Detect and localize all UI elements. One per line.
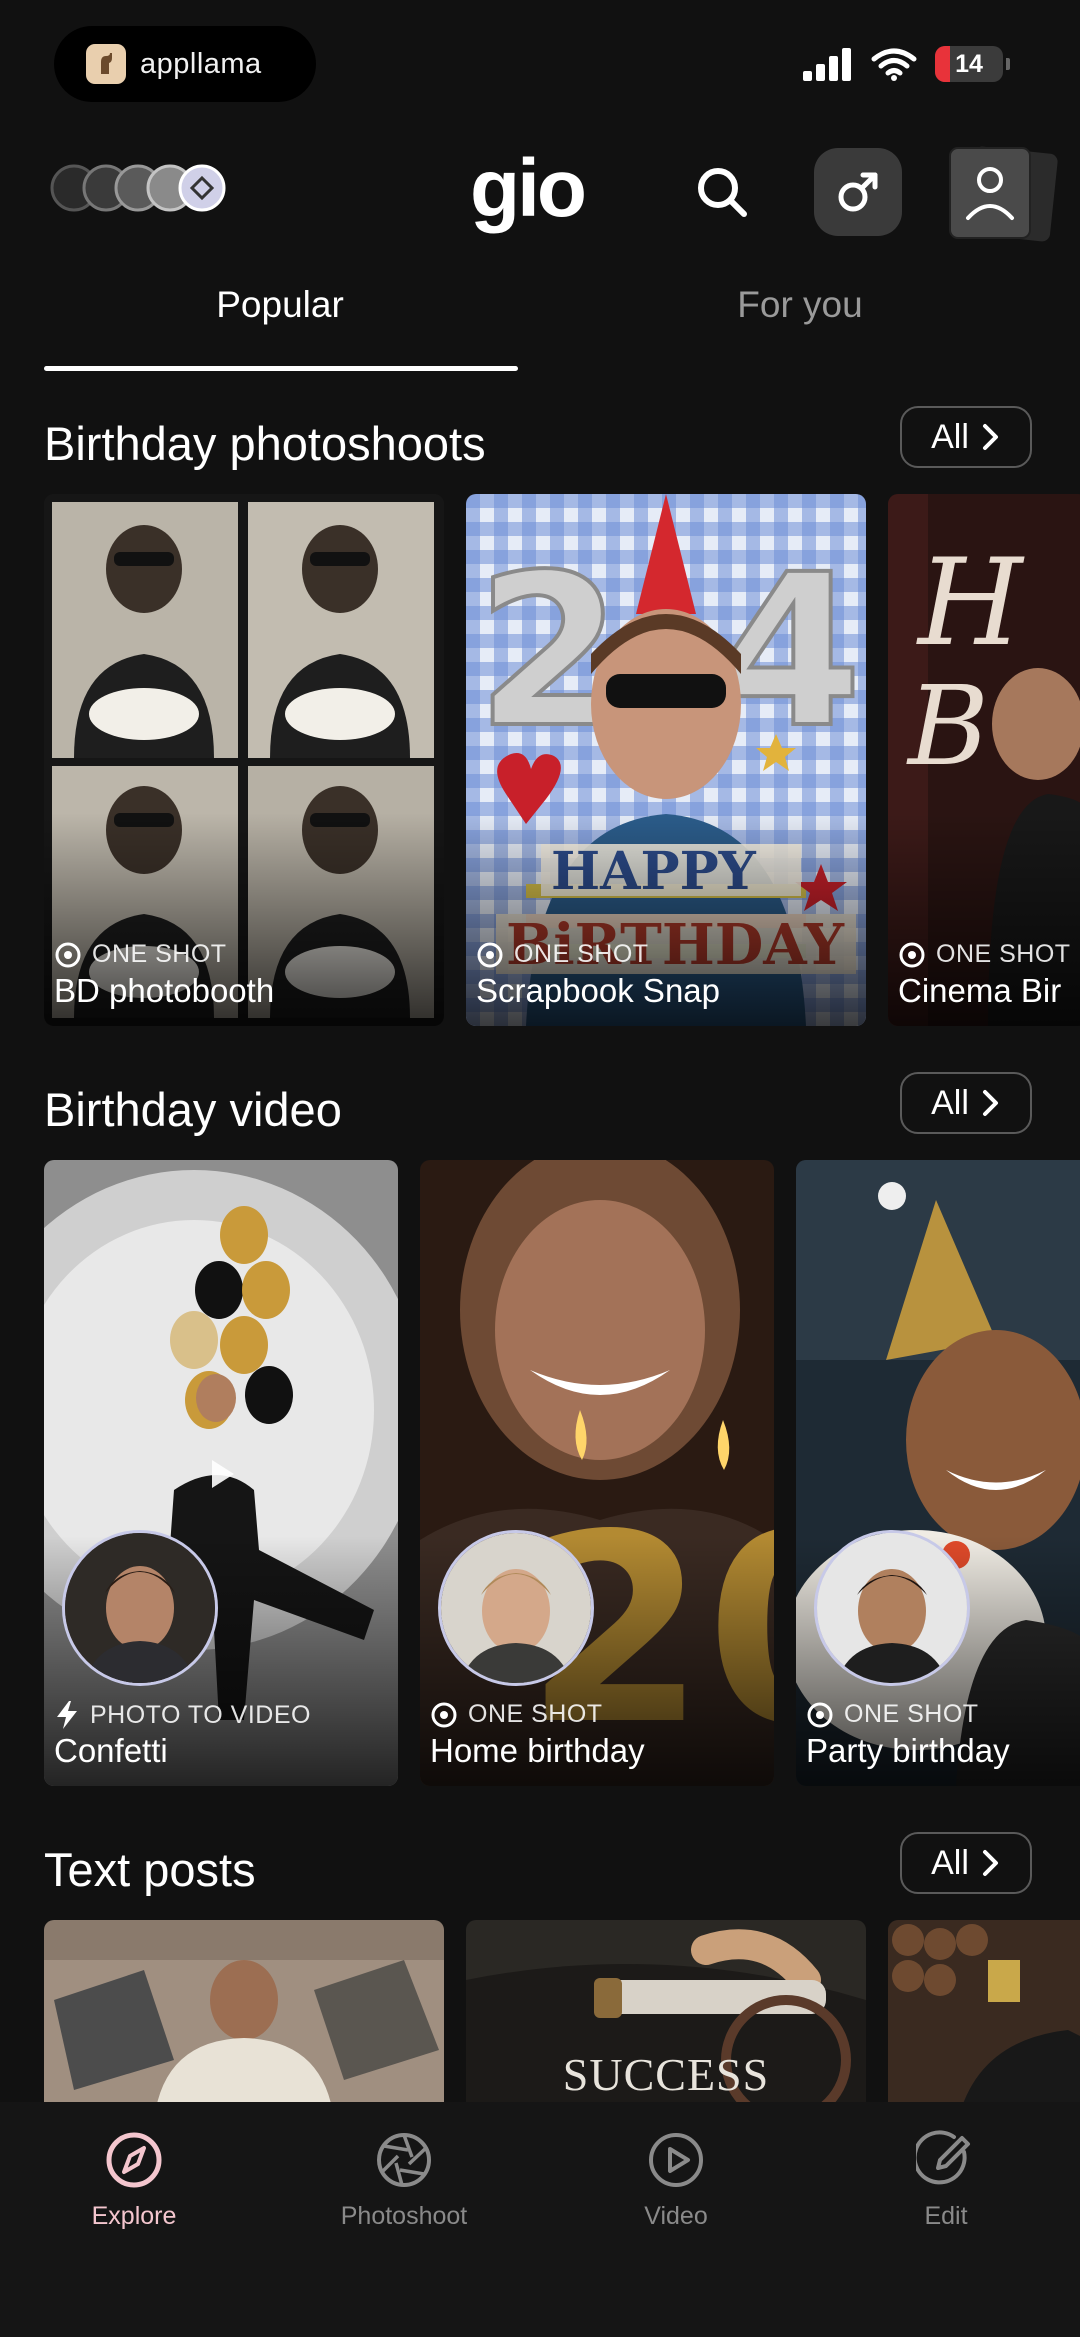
avatar-image	[65, 1533, 215, 1683]
status-icons: 14	[803, 46, 1010, 82]
compass-icon	[106, 2132, 162, 2188]
card-title: BD photobooth	[54, 972, 275, 1009]
profile-button[interactable]	[948, 146, 1058, 242]
gender-toggle-button[interactable]	[814, 148, 902, 236]
section-title-text-posts: Text posts	[44, 1843, 256, 1896]
male-icon	[838, 172, 878, 212]
chevron-right-icon	[982, 1090, 998, 1116]
all-label: All	[931, 1843, 969, 1882]
coins-icon[interactable]	[48, 160, 248, 216]
card-badge: ONE SHOT	[54, 940, 227, 969]
nav-label: Photoshoot	[340, 2202, 468, 2230]
avatar	[438, 1530, 594, 1686]
edit-icon	[916, 2130, 970, 2185]
badge-text: ONE SHOT	[468, 1700, 603, 1728]
battery-cap	[1006, 58, 1010, 70]
badge-text: ONE SHOT	[936, 940, 1071, 968]
signal-icon	[803, 48, 851, 81]
text-post-caption: SUCCESS	[562, 2049, 770, 2100]
section-title-birthday-video: Birthday video	[44, 1083, 342, 1136]
template-card-text-post-2[interactable]: SUCCESS	[466, 1920, 866, 2120]
nav-video[interactable]: Video	[566, 2130, 786, 2231]
all-button-birthday-photoshoots[interactable]: All	[900, 406, 1032, 468]
all-button-text-posts[interactable]: All	[900, 1832, 1032, 1894]
battery-level: 14	[955, 49, 983, 78]
tab-popular[interactable]: Popular	[40, 284, 520, 326]
text-post-image	[44, 1920, 444, 2120]
active-tab-indicator	[44, 366, 518, 371]
wifi-icon	[871, 48, 917, 81]
template-card-home-birthday[interactable]: 20 ONE SHOT Home birthday	[420, 1160, 774, 1786]
chevron-right-icon	[982, 424, 998, 450]
card-title: Home birthday	[430, 1732, 645, 1769]
lightning-icon	[57, 1701, 77, 1729]
card-badge: ONE SHOT	[430, 1700, 603, 1729]
avatar	[814, 1530, 970, 1686]
badge-text: PHOTO TO VIDEO	[90, 1700, 311, 1729]
badge-text: ONE SHOT	[92, 940, 227, 968]
card-badge: ONE SHOT	[476, 940, 649, 969]
svg-text:H: H	[916, 534, 1025, 673]
section-title-birthday-photoshoots: Birthday photoshoots	[44, 417, 486, 470]
template-card-text-post-1[interactable]	[44, 1920, 444, 2120]
battery-icon: 14	[935, 46, 1003, 82]
card-title: Party birthday	[806, 1732, 1010, 1769]
appllama-logo-icon	[86, 44, 126, 84]
aperture-icon	[477, 942, 503, 967]
template-card-cinema-birthday[interactable]: H B ONE SHOT Cinema Bir	[888, 494, 1080, 1026]
appllama-pill[interactable]: appllama	[54, 26, 316, 102]
brand-logo: gio	[470, 143, 587, 234]
nav-label: Explore	[91, 2202, 177, 2230]
text-post-image	[888, 1920, 1080, 2120]
nav-edit[interactable]: Edit	[836, 2130, 1056, 2231]
nav-label: Edit	[924, 2202, 968, 2230]
app-name: appllama	[140, 47, 262, 80]
aperture-icon	[899, 942, 925, 967]
nav-explore[interactable]: Explore	[24, 2130, 244, 2231]
card-title: Scrapbook Snap	[476, 972, 721, 1009]
all-label: All	[931, 1083, 969, 1122]
svg-text:B: B	[906, 662, 989, 790]
card-title: Cinema Bir	[898, 972, 1062, 1009]
play-circle-icon	[649, 2133, 703, 2187]
template-card-text-post-3[interactable]	[888, 1920, 1080, 2120]
chevron-right-icon	[982, 1850, 998, 1876]
card-badge: ONE SHOT	[898, 940, 1071, 969]
aperture-icon	[55, 942, 81, 967]
nav-label: Video	[644, 2202, 708, 2230]
tab-for-you[interactable]: For you	[560, 284, 1040, 326]
avatar	[62, 1530, 218, 1686]
card-badge: ONE SHOT	[806, 1700, 979, 1729]
aperture-icon	[377, 2133, 431, 2187]
nav-photoshoot[interactable]: Photoshoot	[294, 2130, 514, 2231]
aperture-icon	[431, 1702, 457, 1727]
all-label: All	[931, 417, 969, 456]
template-card-scrapbook-snap[interactable]: 2 4 HAPPY BiRTHDAY ONE SHOT Scrapbook Sn…	[466, 494, 866, 1026]
search-icon[interactable]	[692, 162, 752, 222]
bottom-nav: Explore Photoshoot Video Edit	[0, 2102, 1080, 2337]
badge-text: ONE SHOT	[514, 940, 649, 968]
card-badge: PHOTO TO VIDEO	[54, 1700, 311, 1730]
avatar-image	[441, 1533, 591, 1683]
aperture-icon	[807, 1702, 833, 1727]
all-button-birthday-video[interactable]: All	[900, 1072, 1032, 1134]
badge-text: ONE SHOT	[844, 1700, 979, 1728]
avatar-image	[817, 1533, 967, 1683]
template-card-confetti[interactable]: PHOTO TO VIDEO Confetti	[44, 1160, 398, 1786]
card-title: Confetti	[54, 1732, 168, 1769]
template-card-party-birthday[interactable]: ONE SHOT Party birthday	[796, 1160, 1080, 1786]
template-card-bd-photobooth[interactable]: ONE SHOT BD photobooth	[44, 494, 444, 1026]
